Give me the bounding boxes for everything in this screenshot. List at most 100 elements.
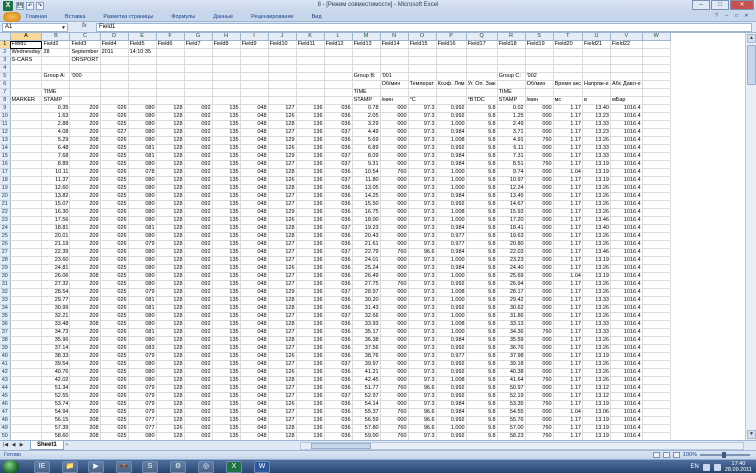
cell[interactable]: 081: [128, 144, 157, 153]
cell[interactable]: 128: [156, 392, 185, 401]
row-header[interactable]: 48: [0, 416, 11, 425]
column-header[interactable]: R: [497, 33, 526, 41]
cell[interactable]: 13.19: [582, 416, 611, 425]
cell[interactable]: [642, 408, 671, 417]
cell[interactable]: 048: [240, 160, 269, 169]
cell[interactable]: 025: [100, 312, 129, 321]
cell[interactable]: 036: [324, 376, 353, 385]
cell[interactable]: 036: [324, 384, 353, 393]
cell[interactable]: Температ: [408, 80, 437, 89]
cell[interactable]: [642, 72, 671, 81]
cell[interactable]: [41, 56, 71, 65]
cell[interactable]: Group C:: [497, 72, 526, 81]
cell[interactable]: 1.17: [553, 400, 583, 409]
cell[interactable]: 31.86: [497, 312, 526, 321]
cell[interactable]: 092: [184, 200, 213, 209]
cell[interactable]: [324, 88, 353, 97]
cell[interactable]: 048: [240, 120, 269, 129]
cell[interactable]: 0.984: [436, 336, 467, 345]
cell[interactable]: [408, 88, 437, 97]
cell[interactable]: 135: [212, 248, 241, 257]
cell[interactable]: [268, 80, 297, 89]
cell[interactable]: 55.37: [352, 408, 381, 417]
cell[interactable]: Field3: [69, 40, 101, 49]
cell[interactable]: 28.54: [41, 288, 71, 297]
cell[interactable]: 135: [212, 344, 241, 353]
row-header[interactable]: 33: [0, 296, 11, 305]
cell[interactable]: 037: [324, 224, 353, 233]
cell[interactable]: 025: [100, 352, 129, 361]
cell[interactable]: [100, 88, 129, 97]
cell[interactable]: '001: [380, 72, 409, 81]
row-header[interactable]: 22: [0, 208, 11, 217]
cell[interactable]: [408, 72, 437, 81]
cell[interactable]: 1.000: [436, 120, 467, 129]
cell[interactable]: 135: [212, 312, 241, 321]
cell[interactable]: 97.3: [408, 432, 437, 440]
cell[interactable]: 26.49: [352, 272, 381, 281]
cell[interactable]: 97.3: [408, 216, 437, 225]
cell[interactable]: 135: [212, 160, 241, 169]
cell[interactable]: 025: [100, 272, 129, 281]
cell[interactable]: 760: [380, 168, 409, 177]
cell[interactable]: 1.008: [436, 288, 467, 297]
cell[interactable]: 7.68: [41, 152, 71, 161]
cell[interactable]: 037: [324, 248, 353, 257]
cell[interactable]: 080: [128, 248, 157, 257]
cell[interactable]: 96.6: [408, 416, 437, 425]
cell[interactable]: 136: [296, 272, 325, 281]
scroll-down-icon[interactable]: ▼: [747, 430, 756, 439]
cell[interactable]: 026: [100, 240, 129, 249]
cell[interactable]: [10, 384, 43, 393]
cell[interactable]: в: [582, 96, 611, 105]
cell[interactable]: 127: [268, 272, 297, 281]
cell[interactable]: 32.66: [352, 312, 381, 321]
column-header[interactable]: T: [553, 33, 583, 41]
cell[interactable]: 081: [128, 224, 157, 233]
cell[interactable]: 13.06: [582, 408, 611, 417]
cell[interactable]: 9.8: [466, 224, 498, 233]
cell[interactable]: 0.02: [497, 104, 526, 113]
cell[interactable]: [69, 64, 101, 73]
cell[interactable]: 036: [324, 280, 353, 289]
cell[interactable]: 000: [380, 104, 409, 113]
cell[interactable]: 1016.4: [610, 120, 643, 129]
cell[interactable]: 1.008: [436, 376, 467, 385]
cell[interactable]: 20.80: [497, 240, 526, 249]
cell[interactable]: [10, 88, 43, 97]
cell[interactable]: 025: [100, 176, 129, 185]
cell[interactable]: 1.17: [553, 432, 583, 440]
cell[interactable]: 048: [240, 352, 269, 361]
cell[interactable]: 081: [128, 328, 157, 337]
row-header[interactable]: 49: [0, 424, 11, 433]
cell[interactable]: 080: [128, 320, 157, 329]
cell[interactable]: 1.17: [553, 160, 583, 169]
skype-icon[interactable]: S: [142, 461, 158, 473]
cell[interactable]: [324, 72, 353, 81]
cell[interactable]: 129: [268, 288, 297, 297]
cell[interactable]: [10, 192, 43, 201]
cell[interactable]: [212, 80, 241, 89]
cell[interactable]: 036: [324, 200, 353, 209]
cell[interactable]: Field19: [525, 40, 554, 49]
cell[interactable]: [156, 88, 185, 97]
cell[interactable]: [642, 128, 671, 137]
cell[interactable]: 1016.4: [610, 256, 643, 265]
cell[interactable]: 8.89: [41, 160, 71, 169]
cell[interactable]: 025: [100, 152, 129, 161]
normal-view-icon[interactable]: [652, 452, 660, 458]
cell[interactable]: 000: [380, 200, 409, 209]
cell[interactable]: [10, 320, 43, 329]
cell[interactable]: 136: [296, 384, 325, 393]
language-indicator[interactable]: EN: [691, 464, 699, 470]
column-header[interactable]: C: [69, 33, 101, 41]
cell[interactable]: 13.26: [582, 200, 611, 209]
cell[interactable]: Коэф. Лям: [436, 80, 467, 89]
cell[interactable]: 6.48: [41, 144, 71, 153]
row-header[interactable]: 42: [0, 368, 11, 377]
workbook-restore-icon[interactable]: □: [733, 13, 740, 20]
cell[interactable]: 42.02: [41, 376, 71, 385]
cell[interactable]: 22.79: [352, 248, 381, 257]
cell[interactable]: [352, 56, 381, 65]
cell[interactable]: 1016.4: [610, 424, 643, 433]
